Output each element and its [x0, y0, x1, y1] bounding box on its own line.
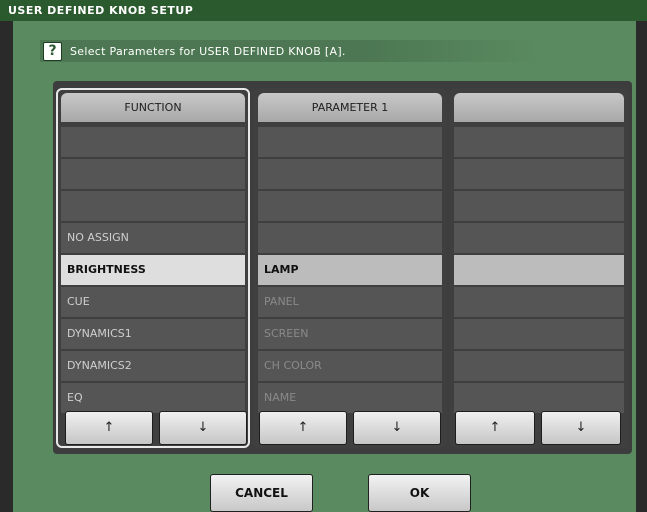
- parameter1-list-item[interactable]: NAME: [258, 383, 442, 413]
- function-scroll-down-button[interactable]: ↓: [159, 411, 247, 445]
- parameter-panel: FUNCTION NO ASSIGN BRIGHTNESS CUE DYNAMI…: [53, 81, 632, 454]
- question-icon[interactable]: ?: [43, 41, 62, 61]
- function-column[interactable]: FUNCTION NO ASSIGN BRIGHTNESS CUE DYNAMI…: [56, 88, 250, 448]
- parameter1-scroll-down-button[interactable]: ↓: [353, 411, 441, 445]
- prompt-text: Select Parameters for USER DEFINED KNOB …: [70, 44, 346, 58]
- parameter2-column[interactable]: ↑ ↓: [449, 88, 629, 448]
- parameter2-list-item-selected[interactable]: [454, 255, 624, 285]
- parameter1-list-item[interactable]: [258, 191, 442, 221]
- parameter1-scroll-up-button[interactable]: ↑: [259, 411, 347, 445]
- cancel-button[interactable]: CANCEL: [210, 474, 313, 512]
- parameter2-list-item[interactable]: [454, 127, 624, 157]
- dialog-title: USER DEFINED KNOB SETUP: [0, 0, 647, 21]
- parameter2-column-header: [454, 93, 624, 122]
- function-list-item[interactable]: NO ASSIGN: [61, 223, 245, 253]
- parameter1-column-header: PARAMETER 1: [258, 93, 442, 122]
- parameter2-scroll-up-button[interactable]: ↑: [455, 411, 535, 445]
- parameter1-list-item[interactable]: CH COLOR: [258, 351, 442, 381]
- function-list-item[interactable]: [61, 159, 245, 189]
- function-scroll-up-button[interactable]: ↑: [65, 411, 153, 445]
- parameter1-list-item[interactable]: [258, 159, 442, 189]
- ok-button[interactable]: OK: [368, 474, 471, 512]
- left-border: [0, 21, 13, 512]
- parameter2-list-item[interactable]: [454, 383, 624, 413]
- right-border: [636, 21, 647, 512]
- function-list-item[interactable]: EQ: [61, 383, 245, 413]
- function-list-item[interactable]: DYNAMICS1: [61, 319, 245, 349]
- parameter1-list-item-selected[interactable]: LAMP: [258, 255, 442, 285]
- parameter2-list-item[interactable]: [454, 319, 624, 349]
- parameter2-scroll-down-button[interactable]: ↓: [541, 411, 621, 445]
- dialog-body: ? Select Parameters for USER DEFINED KNO…: [13, 21, 636, 512]
- parameter1-list-item[interactable]: [258, 223, 442, 253]
- parameter2-list-item[interactable]: [454, 223, 624, 253]
- function-list-item[interactable]: DYNAMICS2: [61, 351, 245, 381]
- parameter1-list-item[interactable]: [258, 127, 442, 157]
- parameter2-list-item[interactable]: [454, 287, 624, 317]
- parameter2-list-item[interactable]: [454, 191, 624, 221]
- function-list-item-selected[interactable]: BRIGHTNESS: [61, 255, 245, 285]
- function-list-item[interactable]: CUE: [61, 287, 245, 317]
- function-list-item[interactable]: [61, 191, 245, 221]
- parameter1-list-item[interactable]: SCREEN: [258, 319, 442, 349]
- parameter1-list-item[interactable]: PANEL: [258, 287, 442, 317]
- parameter2-list-item[interactable]: [454, 351, 624, 381]
- function-list-item[interactable]: [61, 127, 245, 157]
- function-column-header: FUNCTION: [61, 93, 245, 122]
- prompt-bar: ? Select Parameters for USER DEFINED KNO…: [40, 40, 540, 62]
- parameter1-column[interactable]: PARAMETER 1 LAMP PANEL SCREEN CH COLOR N…: [253, 88, 447, 448]
- parameter2-list-item[interactable]: [454, 159, 624, 189]
